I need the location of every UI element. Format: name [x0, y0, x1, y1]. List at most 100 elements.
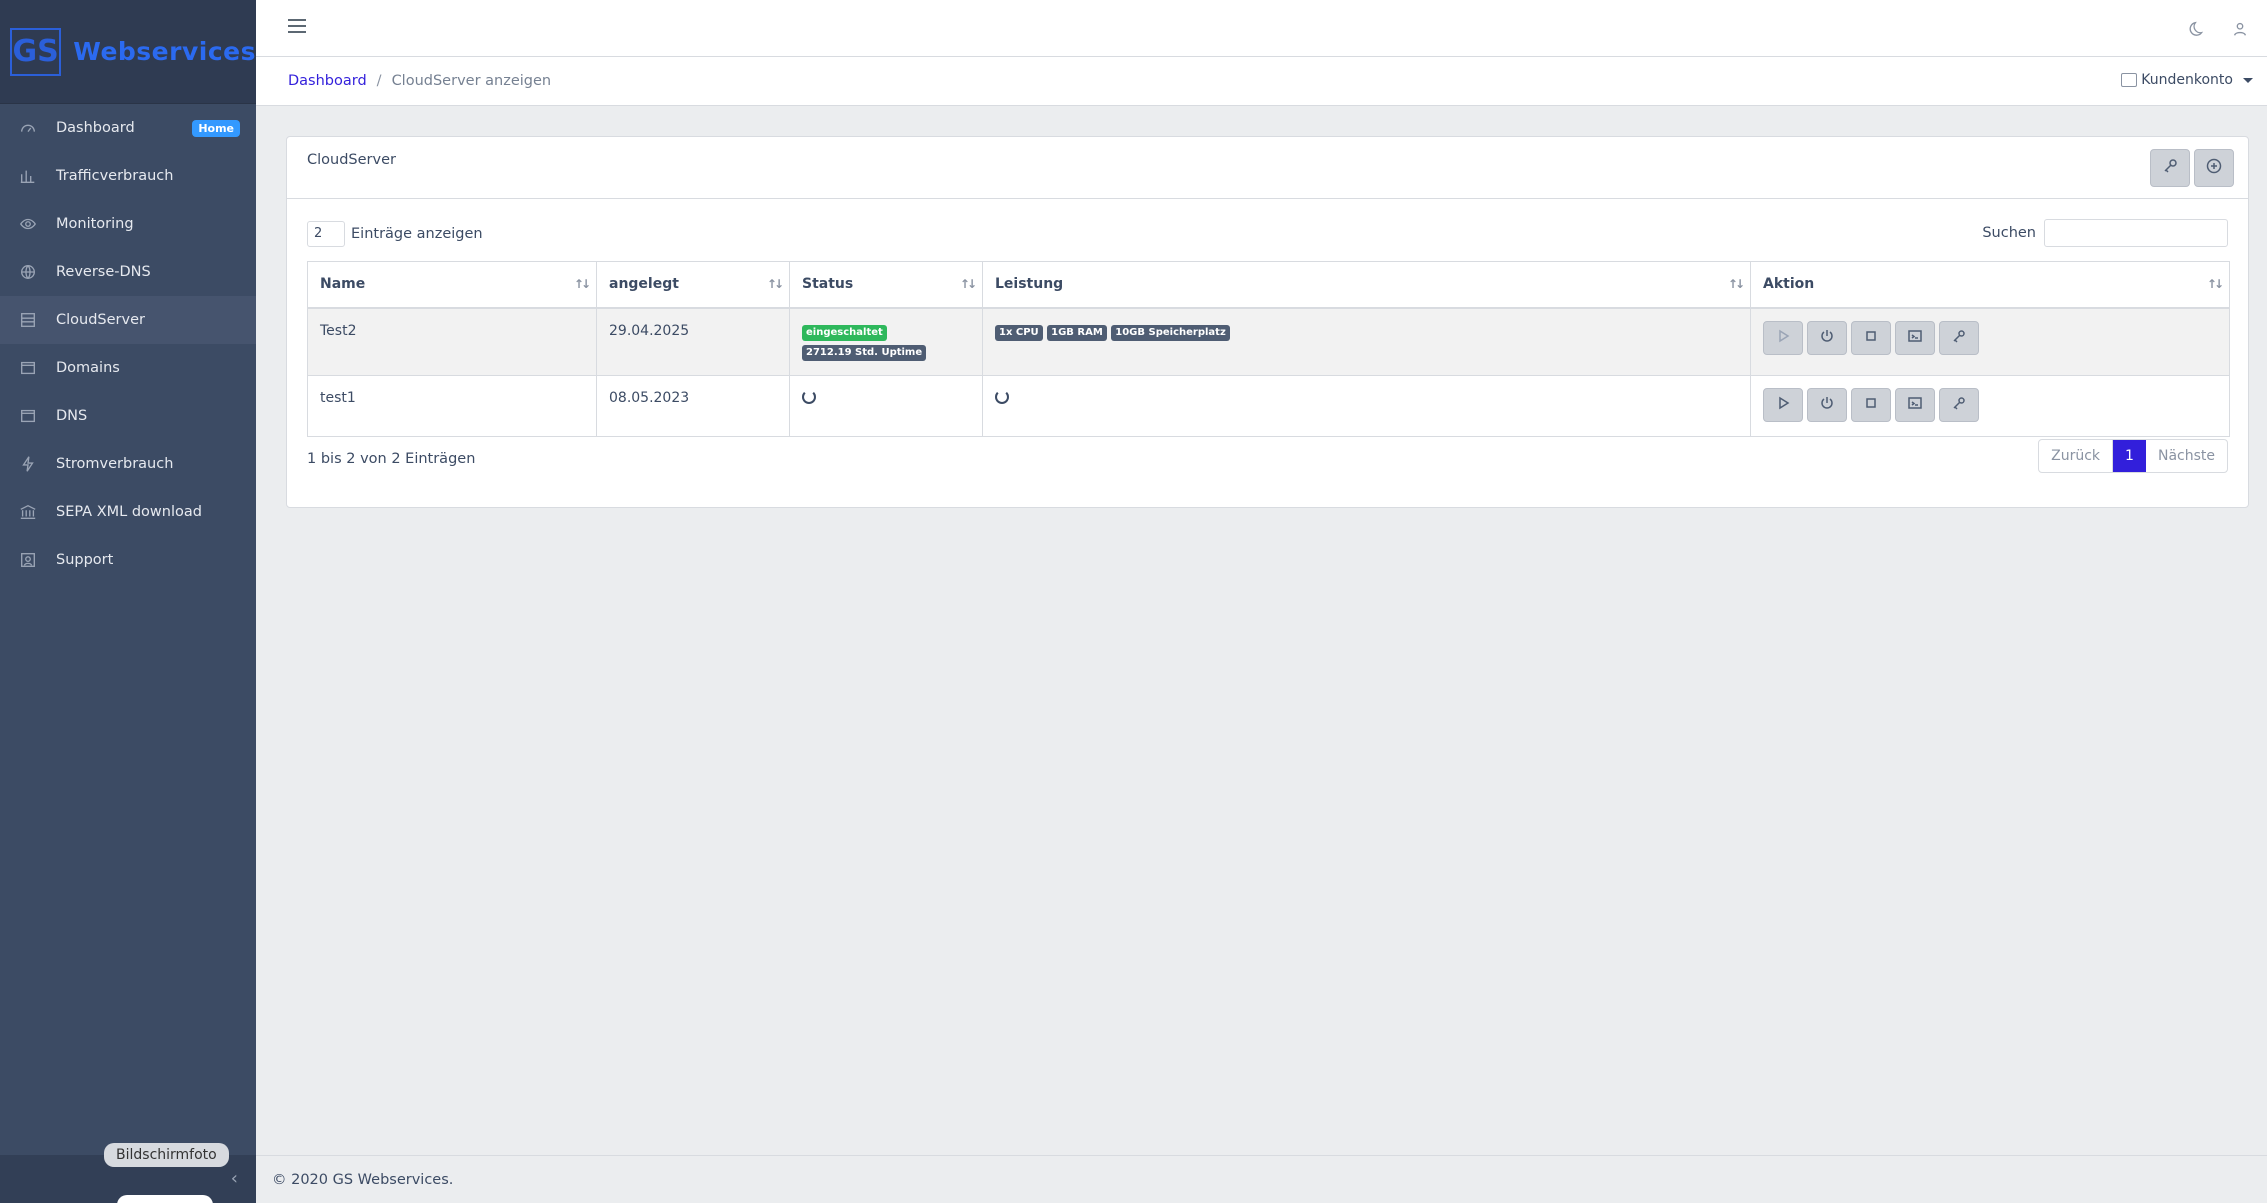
stop-button[interactable]	[1851, 320, 1891, 355]
sidebar-item-reverse-dns[interactable]: Reverse-DNS	[0, 248, 256, 296]
start-button[interactable]	[1763, 320, 1803, 355]
stop-icon	[1864, 329, 1878, 347]
table-info: 1 bis 2 von 2 Einträgen	[307, 451, 476, 467]
moon-icon[interactable]	[2189, 20, 2207, 42]
card-header: CloudServer	[287, 137, 2248, 199]
pagination-prev[interactable]: Zurück	[2039, 440, 2114, 472]
cell-name: test1	[307, 375, 597, 437]
brand-name: Webservices	[73, 37, 256, 66]
power-icon	[1820, 329, 1834, 347]
stop-icon	[1864, 396, 1878, 414]
pagination-next[interactable]: Nächste	[2146, 440, 2227, 472]
stop-button[interactable]	[1851, 388, 1891, 422]
header: Dashboard / CloudServer anzeigen Kundenk…	[256, 0, 2267, 106]
sort-asc-icon: ↑↓	[573, 277, 591, 291]
column-label: Leistung	[995, 276, 1064, 293]
play-icon	[1776, 329, 1790, 347]
sort-icon: ↑↓	[766, 277, 784, 291]
breadcrumb-separator: /	[376, 73, 382, 89]
sidebar-item-domains[interactable]: Domains	[0, 344, 256, 392]
table-row: test1 08.05.2023	[307, 375, 2230, 437]
home-badge: Home	[192, 119, 240, 137]
sidebar-item-cloudserver[interactable]: CloudServer	[0, 296, 256, 344]
search-input[interactable]	[2044, 219, 2228, 247]
contact-icon	[18, 550, 38, 570]
status-badge: eingeschaltet	[802, 324, 887, 341]
loading-spinner-icon	[802, 390, 816, 404]
sidebar-item-label: Domains	[56, 360, 120, 376]
sidebar-item-support[interactable]: Support	[0, 536, 256, 584]
hamburger-icon[interactable]	[288, 19, 306, 33]
power-button[interactable]	[1807, 388, 1847, 422]
sidebar-item-sepa-xml-download[interactable]: SEPA XML download	[0, 488, 256, 536]
sort-icon: ↑↓	[959, 277, 977, 291]
cell-leistung: 1x CPU 1GB RAM 10GB Speicherplatz	[982, 307, 1751, 376]
column-header-leistung[interactable]: Leistung ↑↓	[982, 261, 1751, 309]
cell-created: 29.04.2025	[596, 307, 790, 376]
entries-control: 2 Einträge anzeigen	[307, 221, 483, 247]
screenshot-tooltip: Bildschirmfoto	[104, 1143, 229, 1167]
cell-status: eingeschaltet 2712.19 Std. Uptime	[789, 307, 983, 376]
browser-icon	[18, 406, 38, 426]
caret-down-icon	[2243, 77, 2253, 83]
search-label: Suchen	[1982, 225, 2036, 241]
cell-actions	[1750, 307, 2230, 376]
console-button[interactable]	[1895, 388, 1935, 422]
account-icon	[2121, 73, 2138, 87]
add-server-button[interactable]	[2194, 149, 2234, 187]
footer: © 2020 GS Webservices.	[256, 1155, 2267, 1203]
play-icon	[1776, 396, 1790, 414]
cell-created: 08.05.2023	[596, 375, 790, 437]
sidebar-item-label: Reverse-DNS	[56, 264, 151, 280]
chevron-left-icon[interactable]: ‹	[231, 1168, 238, 1189]
account-dropdown[interactable]: Kundenkonto	[2121, 72, 2253, 88]
server-icon	[18, 310, 38, 330]
sidebar-item-stromverbrauch[interactable]: Stromverbrauch	[0, 440, 256, 488]
power-button[interactable]	[1807, 320, 1847, 355]
column-header-name[interactable]: Name ↑↓	[307, 261, 597, 309]
column-label: Name	[320, 276, 366, 293]
breadcrumb: Dashboard / CloudServer anzeigen Kundenk…	[256, 57, 2267, 105]
entries-select[interactable]: 2	[307, 221, 345, 247]
sidebar-item-label: Monitoring	[56, 216, 134, 232]
uptime-badge: 2712.19 Std. Uptime	[802, 344, 927, 361]
sidebar-item-label: SEPA XML download	[56, 504, 202, 520]
table-row: Test2 29.04.2025 eingeschaltet 2712.19 S…	[307, 307, 2230, 376]
settings-button[interactable]	[1939, 320, 1979, 355]
brand-logo[interactable]: GS Webservices	[0, 0, 256, 104]
settings-button[interactable]	[1939, 388, 1979, 422]
start-button[interactable]	[1763, 388, 1803, 422]
sidebar-item-dns[interactable]: DNS	[0, 392, 256, 440]
power-icon	[1820, 396, 1834, 414]
key-button[interactable]	[2150, 149, 2190, 187]
sidebar-item-label: Support	[56, 552, 114, 568]
column-header-status[interactable]: Status ↑↓	[789, 261, 983, 309]
sidebar-item-monitoring[interactable]: Monitoring	[0, 200, 256, 248]
column-label: Status	[802, 276, 854, 293]
cell-status	[789, 375, 983, 437]
chart-icon	[18, 166, 38, 186]
sidebar-item-dashboard[interactable]: Dashboard Home	[0, 104, 256, 152]
key-icon	[1952, 329, 1966, 347]
account-label: Kundenkonto	[2141, 72, 2233, 88]
pagination: Zurück 1 Nächste	[2038, 439, 2228, 473]
bank-icon	[18, 502, 38, 522]
breadcrumb-dashboard[interactable]: Dashboard	[288, 73, 367, 89]
user-icon[interactable]	[2231, 20, 2249, 42]
breadcrumb-current: CloudServer anzeigen	[391, 73, 552, 89]
sidebar-item-label: DNS	[56, 408, 88, 424]
tooltip-pill	[117, 1195, 213, 1203]
terminal-icon	[1908, 396, 1922, 414]
sort-icon: ↑↓	[2206, 277, 2224, 291]
column-label: angelegt	[609, 276, 679, 293]
column-header-angelegt[interactable]: angelegt ↑↓	[596, 261, 790, 309]
key-icon	[2162, 158, 2178, 178]
console-button[interactable]	[1895, 320, 1935, 355]
cell-actions	[1750, 375, 2230, 437]
cloudserver-card: CloudServer 2 Einträge anzeigen Suchen N…	[286, 136, 2249, 508]
entries-label: Einträge anzeigen	[351, 226, 483, 242]
column-header-aktion[interactable]: Aktion ↑↓	[1750, 261, 2230, 309]
sidebar-item-trafficverbrauch[interactable]: Trafficverbrauch	[0, 152, 256, 200]
pagination-page-1[interactable]: 1	[2113, 440, 2146, 472]
sidebar-item-label: Dashboard	[56, 120, 135, 136]
